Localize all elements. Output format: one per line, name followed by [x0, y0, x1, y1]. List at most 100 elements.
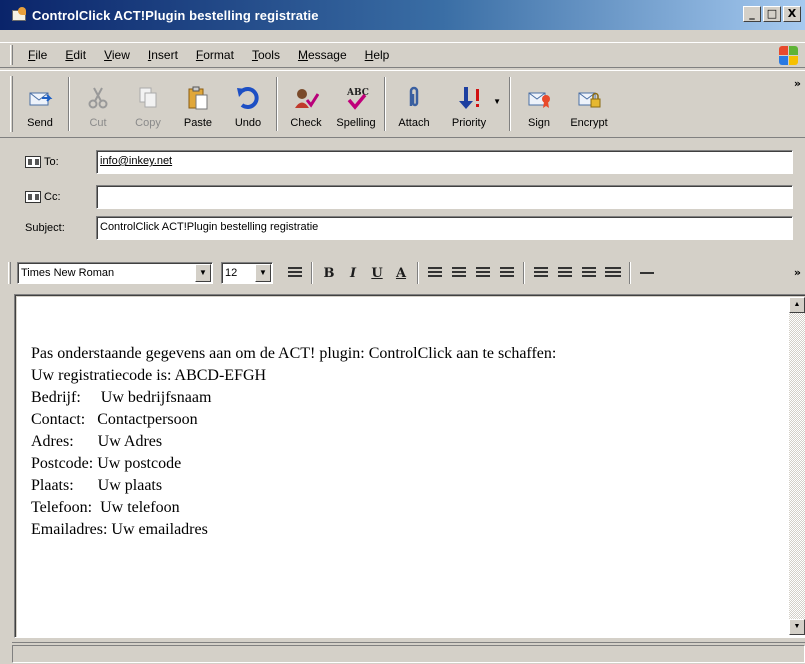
- to-field[interactable]: info@inkey.net: [96, 150, 793, 174]
- menu-help[interactable]: Help: [356, 48, 399, 62]
- sign-button[interactable]: Sign: [514, 71, 564, 137]
- body-line-phone: Telefoon: Uw telefoon: [31, 499, 180, 516]
- body-line-city: Plaats: Uw plaats: [31, 477, 163, 494]
- status-bar: [12, 642, 805, 664]
- paragraph-style-button[interactable]: [283, 261, 307, 285]
- paperclip-icon: [401, 86, 427, 110]
- align-left-icon: [534, 267, 548, 279]
- main-toolbar: Send Cut Copy Paste Undo Check ABC Spell…: [0, 70, 805, 138]
- bulleted-list-button[interactable]: [447, 261, 471, 285]
- decrease-indent-icon: [476, 267, 490, 279]
- encrypt-button[interactable]: Encrypt: [564, 71, 614, 137]
- menu-bar: File Edit View Insert Format Tools Messa…: [0, 42, 805, 68]
- menu-edit[interactable]: Edit: [56, 48, 95, 62]
- numbered-list-icon: [428, 267, 442, 279]
- font-name-select[interactable]: Times New Roman ▼: [17, 262, 213, 284]
- message-body[interactable]: Pas onderstaande gegevens aan om de ACT!…: [14, 294, 805, 638]
- align-right-button[interactable]: [577, 261, 601, 285]
- close-button[interactable]: X: [783, 6, 801, 22]
- priority-dropdown-icon[interactable]: ▼: [493, 97, 501, 106]
- undo-button[interactable]: Undo: [223, 71, 273, 137]
- toolbar-more-chevron-icon[interactable]: »: [794, 77, 801, 90]
- paste-button[interactable]: Paste: [173, 71, 223, 137]
- menu-message[interactable]: Message: [289, 48, 356, 62]
- menu-insert[interactable]: Insert: [139, 48, 187, 62]
- bold-button[interactable]: B: [317, 261, 341, 285]
- toolbar-separator: [384, 77, 386, 131]
- horizontal-line-icon: [640, 272, 654, 274]
- menu-grip[interactable]: [10, 45, 13, 65]
- align-right-icon: [582, 267, 596, 279]
- justify-icon: [605, 267, 621, 279]
- sign-icon: [526, 86, 552, 110]
- spelling-icon: ABC: [343, 86, 369, 110]
- address-book-icon: [25, 191, 41, 203]
- menu-file[interactable]: File: [19, 48, 56, 62]
- clipboard-icon: [185, 86, 211, 110]
- menu-format[interactable]: Format: [187, 48, 243, 62]
- spelling-button[interactable]: ABC Spelling: [331, 71, 381, 137]
- cc-label-button[interactable]: Cc:: [0, 191, 96, 203]
- format-separator: [523, 262, 525, 284]
- to-label-button[interactable]: To:: [0, 156, 96, 168]
- align-center-button[interactable]: [553, 261, 577, 285]
- format-toolbar: Times New Roman ▼ 12 ▼ B I U A »: [0, 258, 805, 288]
- format-separator: [417, 262, 419, 284]
- chevron-down-icon[interactable]: ▼: [195, 264, 211, 282]
- toolbar-separator: [276, 77, 278, 131]
- body-line-contact: Contact: Contactpersoon: [31, 411, 198, 428]
- decrease-indent-button[interactable]: [471, 261, 495, 285]
- minimize-button[interactable]: _: [743, 6, 761, 22]
- scroll-up-button[interactable]: ▲: [789, 297, 805, 313]
- toolbar-grip[interactable]: [10, 76, 13, 132]
- maximize-button[interactable]: □: [763, 6, 781, 22]
- cc-row: Cc:: [0, 183, 805, 211]
- font-size-select[interactable]: 12 ▼: [221, 262, 273, 284]
- align-center-icon: [558, 267, 572, 279]
- scissors-icon: [85, 86, 111, 110]
- undo-icon: [235, 86, 261, 110]
- priority-icon: [456, 86, 482, 110]
- check-names-button[interactable]: Check: [281, 71, 331, 137]
- copy-button[interactable]: Copy: [123, 71, 173, 137]
- numbered-list-button[interactable]: [423, 261, 447, 285]
- toolbar-separator: [509, 77, 511, 131]
- title-bar[interactable]: ControlClick ACT!Plugin bestelling regis…: [0, 0, 805, 30]
- underline-button[interactable]: U: [365, 261, 389, 285]
- attach-button[interactable]: Attach: [389, 71, 439, 137]
- window-title: ControlClick ACT!Plugin bestelling regis…: [32, 7, 319, 23]
- vertical-scrollbar[interactable]: ▲ ▼: [789, 297, 805, 635]
- send-button[interactable]: Send: [15, 71, 65, 137]
- justify-button[interactable]: [601, 261, 625, 285]
- italic-button[interactable]: I: [341, 261, 365, 285]
- increase-indent-button[interactable]: [495, 261, 519, 285]
- status-pane: [12, 645, 805, 663]
- body-line-email: Emailadres: Uw emailadres: [31, 521, 208, 538]
- bulleted-list-icon: [452, 267, 466, 279]
- body-line-address: Adres: Uw Adres: [31, 433, 163, 450]
- format-more-chevron-icon[interactable]: »: [794, 266, 801, 279]
- priority-button[interactable]: Priority ▼: [439, 71, 501, 137]
- chevron-down-icon[interactable]: ▼: [255, 264, 271, 282]
- cut-button[interactable]: Cut: [73, 71, 123, 137]
- message-body-text: Pas onderstaande gegevens aan om de ACT!…: [31, 343, 556, 541]
- cc-field[interactable]: [96, 185, 793, 209]
- format-toolbar-grip[interactable]: [8, 262, 11, 284]
- paragraph-style-icon: [288, 267, 302, 279]
- format-separator: [629, 262, 631, 284]
- send-icon: [27, 86, 53, 110]
- body-line-postcode: Postcode: Uw postcode: [31, 455, 182, 472]
- horizontal-line-button[interactable]: [635, 261, 659, 285]
- menu-view[interactable]: View: [95, 48, 139, 62]
- to-row: To: info@inkey.net: [0, 148, 805, 176]
- windows-logo-icon: [779, 46, 799, 66]
- font-color-button[interactable]: A: [389, 261, 413, 285]
- scroll-down-button[interactable]: ▼: [789, 619, 805, 635]
- subject-field[interactable]: ControlClick ACT!Plugin bestelling regis…: [96, 216, 793, 240]
- new-message-icon: [12, 7, 28, 23]
- body-line-company: Bedrijf: Uw bedrijfsnaam: [31, 389, 212, 406]
- menu-tools[interactable]: Tools: [243, 48, 289, 62]
- subject-label: Subject:: [25, 222, 65, 234]
- body-line-intro: Pas onderstaande gegevens aan om de ACT!…: [31, 345, 557, 362]
- align-left-button[interactable]: [529, 261, 553, 285]
